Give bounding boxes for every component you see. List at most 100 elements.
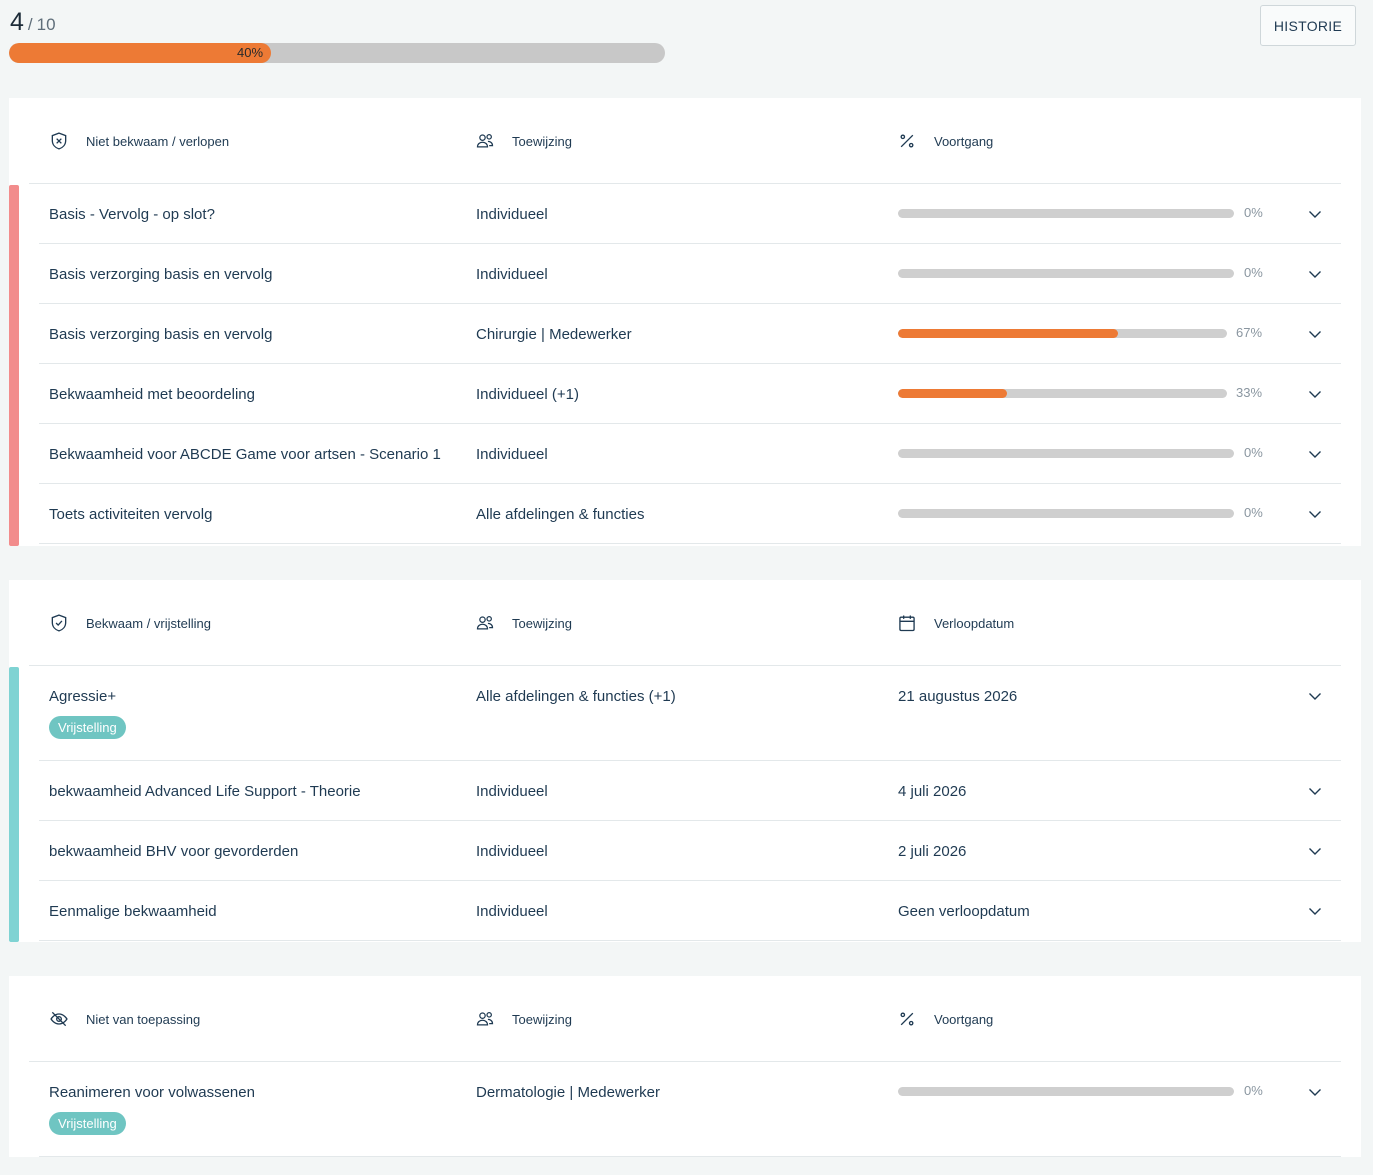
- row-name[interactable]: Basis - Vervolg - op slot?: [49, 206, 215, 223]
- score-total: 10: [36, 15, 56, 34]
- status-header-label: Niet van toepassing: [86, 1011, 201, 1027]
- table-row[interactable]: Basis verzorging basis en vervolg Individ…: [39, 244, 1341, 304]
- chevron-down-icon[interactable]: [1307, 206, 1323, 222]
- score-current: 4: [10, 8, 24, 36]
- assign-header: Toewijzing: [475, 580, 572, 666]
- row-assignment: Individueel: [476, 206, 548, 223]
- users-icon: [476, 616, 494, 630]
- exemption-badge: Vrijstelling: [49, 1112, 126, 1135]
- overall-progress-fill: [9, 43, 271, 63]
- calendar-icon: [899, 615, 915, 632]
- row-progress-percent: 0%: [1244, 445, 1263, 460]
- table-row[interactable]: Reanimeren voor volwassenen Vrijstelling D…: [39, 1062, 1341, 1157]
- chevron-down-icon[interactable]: [1307, 843, 1323, 859]
- row-progress-percent: 33%: [1236, 385, 1263, 400]
- progress-header: Voortgang: [897, 98, 993, 184]
- percent-icon: [900, 1012, 914, 1026]
- table-row[interactable]: Basis - Vervolg - op slot? Individueel 0%: [39, 184, 1341, 244]
- row-name[interactable]: Basis verzorging basis en vervolg: [49, 326, 272, 343]
- table-row[interactable]: Eenmalige bekwaamheid Individueel Geen ver…: [39, 881, 1341, 941]
- shield-x-icon: [51, 132, 67, 150]
- table-row[interactable]: Bekwaamheid met beoordeling Individueel (…: [39, 364, 1341, 424]
- section-not-applicable: Niet van toepassing Toewijzing Voortgang…: [9, 976, 1361, 1157]
- table-row[interactable]: Bekwaamheid voor ABCDE Game voor artsen …: [39, 424, 1341, 484]
- section-header: Bekwaam / vrijstelling Toewijzing Verloo…: [29, 580, 1341, 666]
- row-progress-percent: 0%: [1244, 265, 1263, 280]
- status-stripe-red: [9, 185, 19, 546]
- row-progress-percent: 67%: [1236, 325, 1263, 340]
- users-icon: [476, 134, 494, 148]
- status-header-label: Niet bekwaam / verlopen: [86, 133, 230, 149]
- row-name[interactable]: bekwaamheid Advanced Life Support - Theo…: [49, 783, 361, 800]
- section-competent: Bekwaam / vrijstelling Toewijzing Verloo…: [9, 580, 1361, 942]
- row-name[interactable]: Bekwaamheid voor ABCDE Game voor artsen …: [49, 446, 441, 463]
- eye-off-icon: [50, 1011, 68, 1027]
- chevron-down-icon[interactable]: [1307, 903, 1323, 919]
- row-name[interactable]: Agressie+: [49, 688, 116, 705]
- users-icon: [476, 1012, 494, 1026]
- assign-header: Toewijzing: [475, 976, 572, 1062]
- progress-header-label: Voortgang: [934, 133, 994, 149]
- table-row[interactable]: Basis verzorging basis en vervolg Chirurg…: [39, 304, 1341, 364]
- section-not-competent: Niet bekwaam / verlopen Toewijzing Voort…: [9, 98, 1361, 546]
- assign-header-label: Toewijzing: [512, 133, 572, 149]
- chevron-down-icon[interactable]: [1307, 506, 1323, 522]
- section-header: Niet van toepassing Toewijzing Voortgang: [29, 976, 1341, 1062]
- row-assignment: Dermatologie | Medewerker: [476, 1084, 660, 1101]
- assign-header-label: Toewijzing: [512, 615, 572, 631]
- row-progress-bar: [898, 329, 1227, 338]
- row-expiry-date: 2 juli 2026: [898, 843, 967, 860]
- expiry-header: Verloopdatum: [897, 580, 1014, 666]
- historie-button[interactable]: HISTORIE: [1260, 5, 1356, 46]
- row-name[interactable]: bekwaamheid BHV voor gevorderden: [49, 843, 298, 860]
- shield-check-icon: [51, 614, 67, 632]
- status-header-label: Bekwaam / vrijstelling: [86, 615, 211, 631]
- row-progress-fill: [898, 329, 1118, 338]
- row-progress-percent: 0%: [1244, 205, 1263, 220]
- chevron-down-icon[interactable]: [1307, 386, 1323, 402]
- assign-header-label: Toewijzing: [512, 1011, 572, 1027]
- chevron-down-icon[interactable]: [1307, 446, 1323, 462]
- row-expiry-date: 4 juli 2026: [898, 783, 967, 800]
- overall-progress-label: 40%: [237, 45, 264, 60]
- row-name[interactable]: Reanimeren voor volwassenen: [49, 1084, 255, 1101]
- row-assignment: Individueel: [476, 266, 548, 283]
- row-assignment: Individueel: [476, 843, 548, 860]
- progress-header: Voortgang: [897, 976, 993, 1062]
- overall-progress-bar: 40%: [9, 43, 665, 63]
- row-progress-bar: [898, 509, 1234, 518]
- row-progress-percent: 0%: [1244, 1083, 1263, 1098]
- section-header: Niet bekwaam / verlopen Toewijzing Voort…: [29, 98, 1341, 184]
- row-assignment: Individueel: [476, 783, 548, 800]
- row-expiry-date: Geen verloopdatum: [898, 903, 1030, 920]
- progress-header-label: Voortgang: [934, 1011, 994, 1027]
- expiry-header-label: Verloopdatum: [934, 615, 1015, 631]
- row-name[interactable]: Basis verzorging basis en vervolg: [49, 266, 272, 283]
- row-assignment: Chirurgie | Medewerker: [476, 326, 632, 343]
- chevron-down-icon[interactable]: [1307, 783, 1323, 799]
- table-row[interactable]: Toets activiteiten vervolg Alle afdelinge…: [39, 484, 1341, 544]
- row-expiry-date: 21 augustus 2026: [898, 688, 1018, 705]
- row-assignment: Alle afdelingen & functies: [476, 506, 645, 523]
- row-assignment: Individueel: [476, 903, 548, 920]
- row-name[interactable]: Toets activiteiten vervolg: [49, 506, 212, 523]
- row-assignment: Individueel: [476, 446, 548, 463]
- row-progress-bar: [898, 269, 1234, 278]
- table-row[interactable]: bekwaamheid Advanced Life Support - Theo…: [39, 761, 1341, 821]
- row-name[interactable]: Eenmalige bekwaamheid: [49, 903, 217, 920]
- exemption-badge: Vrijstelling: [49, 716, 126, 739]
- chevron-down-icon[interactable]: [1307, 688, 1323, 704]
- score-slash: /: [27, 15, 33, 34]
- chevron-down-icon[interactable]: [1307, 1084, 1323, 1100]
- row-progress-fill: [898, 389, 1007, 398]
- status-header: Niet van toepassing: [49, 976, 200, 1062]
- row-assignment: Alle afdelingen & functies (+1): [476, 688, 676, 705]
- table-row[interactable]: Agressie+ Vrijstelling Alle afdelingen & f…: [39, 666, 1341, 761]
- status-header: Niet bekwaam / verlopen: [49, 98, 229, 184]
- table-row[interactable]: bekwaamheid BHV voor gevorderden Individu…: [39, 821, 1341, 881]
- chevron-down-icon[interactable]: [1307, 326, 1323, 342]
- row-name[interactable]: Bekwaamheid met beoordeling: [49, 386, 255, 403]
- row-progress-bar: [898, 449, 1234, 458]
- percent-icon: [900, 134, 914, 148]
- chevron-down-icon[interactable]: [1307, 266, 1323, 282]
